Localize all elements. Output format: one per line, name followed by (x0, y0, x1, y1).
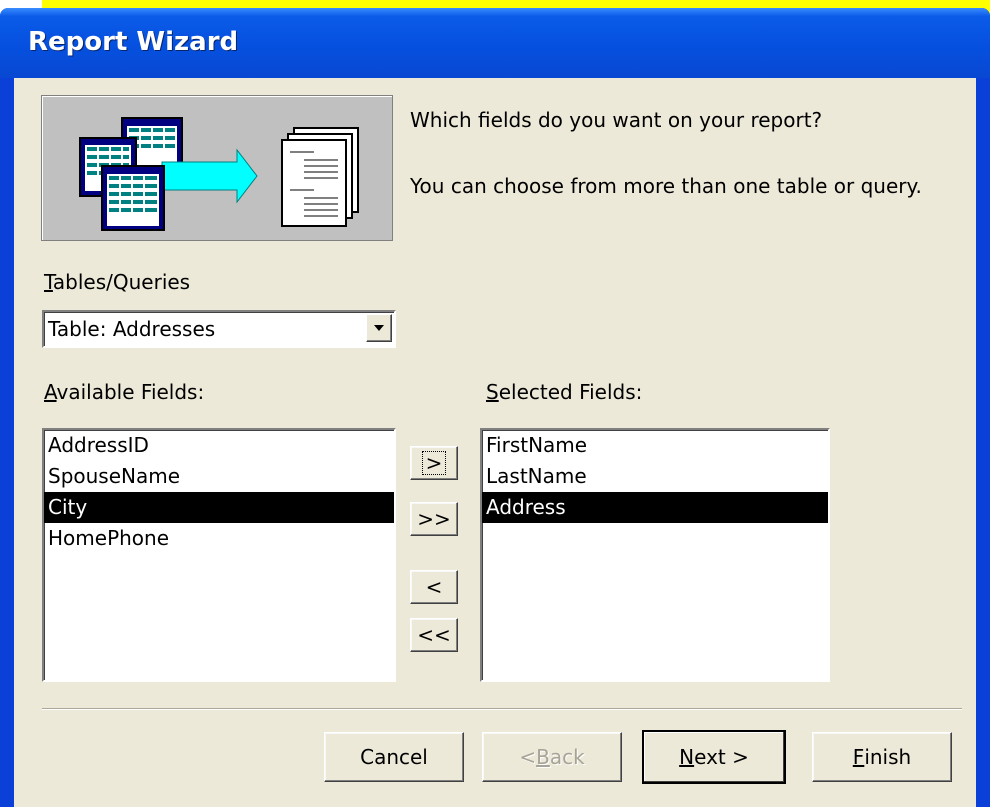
title-bar[interactable]: Report Wizard (0, 8, 990, 78)
back-button[interactable]: < Back (482, 732, 622, 782)
list-item[interactable]: City (44, 492, 394, 523)
list-item[interactable]: SpouseName (44, 461, 394, 492)
available-fields-label: Available Fields: (44, 380, 205, 404)
prompt-hint: You can choose from more than one table … (410, 174, 922, 198)
available-fields-list[interactable]: AddressID SpouseName City HomePhone (42, 428, 396, 682)
combo-selected-value: Table: Addresses (48, 317, 216, 341)
cancel-button[interactable]: Cancel (324, 732, 464, 782)
remove-all-fields-button[interactable]: << (410, 618, 458, 652)
add-all-fields-button[interactable]: >> (410, 502, 458, 536)
window-title: Report Wizard (28, 27, 239, 57)
dialog-body: Which fields do you want on your report?… (14, 78, 976, 807)
prompt-question: Which fields do you want on your report? (410, 108, 823, 132)
tables-queries-combo[interactable]: Table: Addresses (42, 310, 396, 348)
chevron-down-icon (374, 325, 384, 331)
tables-queries-label: Tables/Queries (44, 270, 191, 294)
footer-separator (42, 708, 962, 710)
list-item[interactable]: Address (482, 492, 828, 523)
combo-dropdown-button[interactable] (366, 314, 392, 342)
remove-field-button[interactable]: < (410, 570, 458, 604)
next-button[interactable]: Next > (642, 730, 786, 784)
selected-fields-list[interactable]: FirstName LastName Address (480, 428, 830, 682)
tables-to-report-icon (79, 117, 359, 231)
finish-button[interactable]: Finish (812, 732, 952, 782)
report-wizard-window: Report Wizard Which fields do you want o… (0, 8, 990, 807)
list-item[interactable]: LastName (482, 461, 828, 492)
wizard-illustration (41, 95, 393, 241)
add-field-button[interactable]: > (410, 446, 458, 480)
list-item[interactable]: AddressID (44, 430, 394, 461)
selected-fields-label: Selected Fields: (486, 380, 643, 404)
list-item[interactable]: HomePhone (44, 523, 394, 554)
list-item[interactable]: FirstName (482, 430, 828, 461)
